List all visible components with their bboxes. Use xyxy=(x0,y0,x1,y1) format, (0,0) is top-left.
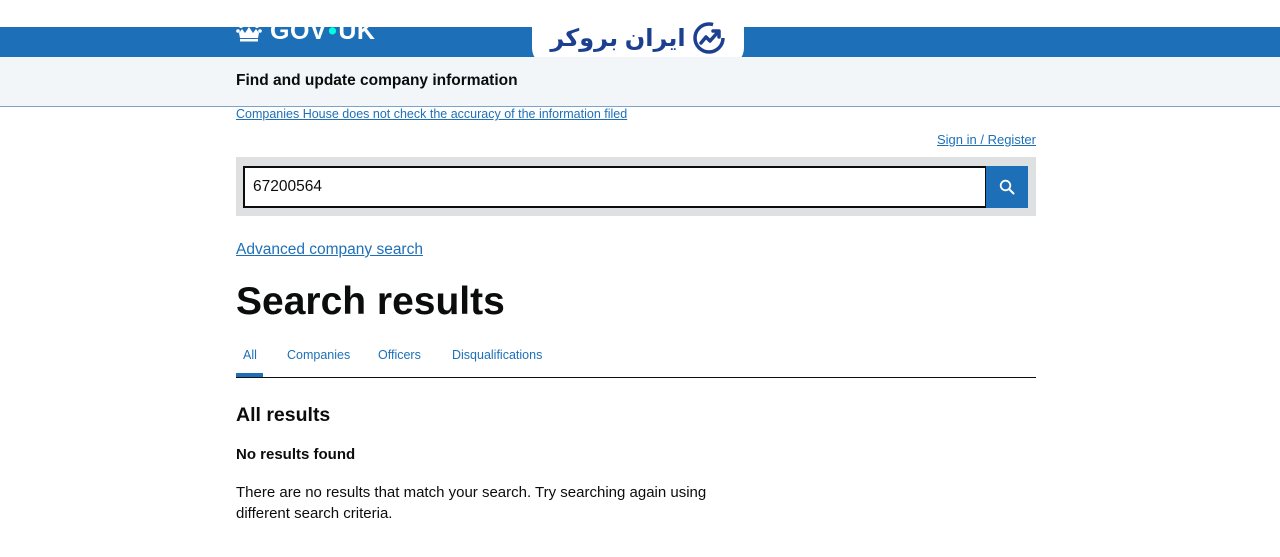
service-name-link[interactable]: Find and update company information xyxy=(236,72,518,90)
sign-in-register-link[interactable]: Sign in / Register xyxy=(937,132,1036,147)
page-title: Search results xyxy=(236,280,505,323)
crown-icon xyxy=(236,20,262,42)
govuk-logo[interactable]: GOV • UK xyxy=(236,16,375,46)
search-bar xyxy=(236,157,1036,216)
search-icon xyxy=(999,179,1015,195)
no-results-message: There are no results that match your sea… xyxy=(236,484,707,522)
search-button[interactable] xyxy=(986,166,1028,208)
results-section-title: All results xyxy=(236,404,331,426)
govuk-brand-text: GOV xyxy=(270,16,328,45)
service-navigation: Find and update company information xyxy=(0,57,1280,107)
active-tab-indicator xyxy=(236,373,263,377)
growth-chart-logo-icon xyxy=(692,22,725,54)
no-results-heading: No results found xyxy=(236,446,356,463)
results-tabs: All Companies Officers Disqualifications xyxy=(236,340,1036,378)
tab-disqualifications[interactable]: Disqualifications xyxy=(452,348,542,362)
tab-companies[interactable]: Companies xyxy=(287,348,350,362)
advanced-search-link[interactable]: Advanced company search xyxy=(236,241,423,259)
search-input[interactable] xyxy=(243,166,987,208)
govuk-dot: • xyxy=(328,16,338,45)
tab-all[interactable]: All xyxy=(243,348,257,362)
govuk-brand-suffix: UK xyxy=(338,16,376,45)
tab-officers[interactable]: Officers xyxy=(378,348,421,362)
watermark-text: ایران بروکر xyxy=(550,24,686,52)
accuracy-disclaimer-link[interactable]: Companies House does not check the accur… xyxy=(236,107,627,121)
